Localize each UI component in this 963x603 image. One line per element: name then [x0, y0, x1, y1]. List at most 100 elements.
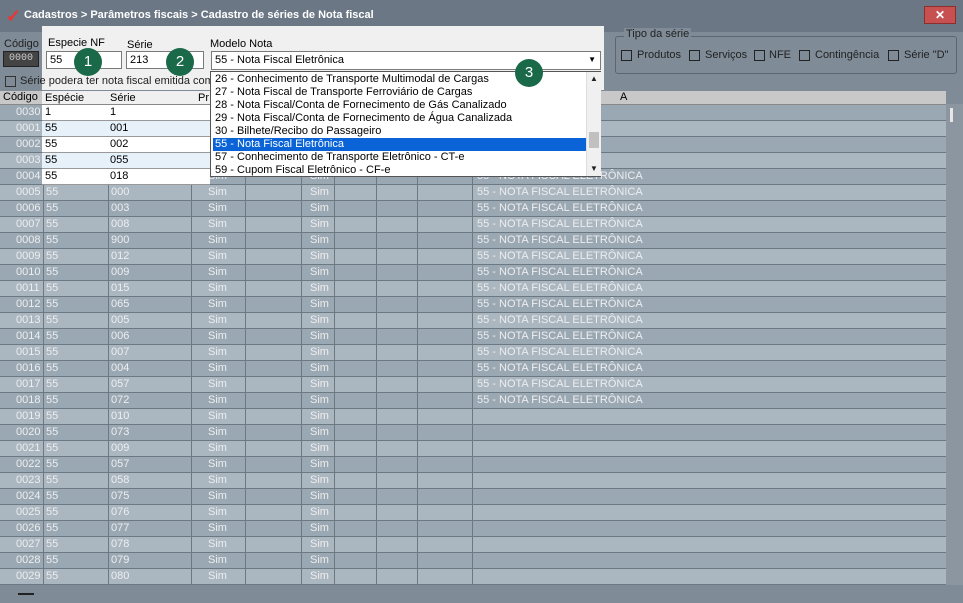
cell-codigo: 0008 [16, 234, 41, 246]
top-table-row[interactable]: 55 018 [42, 169, 210, 185]
dropdown-option[interactable]: 28 - Nota Fiscal/Conta de Fornecimento d… [213, 99, 587, 112]
cell-col1: Sim [208, 378, 227, 390]
cell-especie: 55 [45, 170, 58, 182]
cell-serie: 012 [111, 250, 130, 262]
top-table-row[interactable]: 55 002 [42, 137, 210, 153]
top-table-row[interactable]: 55 001 [42, 121, 210, 137]
cell-serie: 080 [111, 570, 130, 582]
cell-col1: Sim [208, 234, 227, 246]
cell-especie: 55 [46, 474, 59, 486]
codigo-field[interactable]: 0000 [3, 51, 39, 67]
table-row[interactable]: 0005 55 000 Sim Sim 55 - NOTA FISCAL ELETRÔNI… [0, 185, 946, 201]
top-table-row[interactable]: 55 055 [42, 153, 210, 169]
cell-serie: 076 [111, 506, 130, 518]
produtos-checkbox[interactable] [621, 50, 632, 61]
cell-col1: Sim [208, 346, 227, 358]
cell-col2: Sim [310, 202, 329, 214]
cell-col1: Sim [208, 394, 227, 406]
cell-col2: Sim [310, 442, 329, 454]
modelo-dropdown-list[interactable]: 26 - Conhecimento de Transporte Multimod… [210, 71, 601, 177]
contingencia-checkbox[interactable] [799, 50, 810, 61]
step-badge-1: 1 [74, 48, 102, 76]
dropdown-option[interactable]: 27 - Nota Fiscal de Transporte Ferroviár… [213, 86, 587, 99]
table-row[interactable]: 0020 55 073 Sim Sim [0, 425, 946, 441]
table-row[interactable]: 0013 55 005 Sim Sim 55 - NOTA FISCAL ELETRÔNI… [0, 313, 946, 329]
cell-col1: Sim [208, 554, 227, 566]
cell-col2: Sim [310, 506, 329, 518]
serie-d-checkbox[interactable] [888, 50, 899, 61]
grid-horizontal-scrollbar[interactable] [0, 585, 963, 603]
dropdown-option[interactable]: 57 - Conhecimento de Transporte Eletrôni… [213, 151, 587, 164]
dropdown-option[interactable]: 59 - Cupom Fiscal Eletrônico - CF-e [213, 164, 587, 177]
cell-codigo: 0009 [16, 250, 41, 262]
cell-col1: Sim [208, 282, 227, 294]
dropdown-scrollbar[interactable]: ▲ ▼ [586, 72, 601, 176]
table-row[interactable]: 0018 55 072 Sim Sim 55 - NOTA FISCAL ELETRÔNI… [0, 393, 946, 409]
scroll-down-icon[interactable]: ▼ [587, 162, 601, 176]
table-row[interactable]: 0007 55 008 Sim Sim 55 - NOTA FISCAL ELETRÔNI… [0, 217, 946, 233]
table-row[interactable]: 0009 55 012 Sim Sim 55 - NOTA FISCAL ELETRÔNI… [0, 249, 946, 265]
cell-serie: 008 [111, 218, 130, 230]
table-row[interactable]: 0019 55 010 Sim Sim [0, 409, 946, 425]
cell-codigo: 0027 [16, 538, 41, 550]
table-row[interactable]: 0024 55 075 Sim Sim [0, 489, 946, 505]
cell-serie: 079 [111, 554, 130, 566]
table-row[interactable]: 0028 55 079 Sim Sim [0, 553, 946, 569]
table-row[interactable]: 0029 55 080 Sim Sim [0, 569, 946, 585]
cell-col1: Sim [208, 202, 227, 214]
dropdown-option[interactable]: 30 - Bilhete/Recibo do Passageiro [213, 125, 587, 138]
cell-codigo: 0005 [16, 186, 41, 198]
grid-scroll-thumb[interactable] [950, 108, 953, 122]
table-row[interactable]: 0016 55 004 Sim Sim 55 - NOTA FISCAL ELETRÔNI… [0, 361, 946, 377]
table-row[interactable]: 0008 55 900 Sim Sim 55 - NOTA FISCAL ELETRÔNI… [0, 233, 946, 249]
cell-col2: Sim [310, 362, 329, 374]
cell-especie: 55 [46, 442, 59, 454]
table-row[interactable]: 0022 55 057 Sim Sim [0, 457, 946, 473]
servicos-checkbox[interactable] [689, 50, 700, 61]
cell-col1: Sim [208, 474, 227, 486]
cell-desc: 55 - NOTA FISCAL ELETRÔNICA [477, 234, 643, 246]
top-table-row[interactable]: 11 [42, 105, 210, 121]
table-row[interactable]: 0027 55 078 Sim Sim [0, 537, 946, 553]
dropdown-option[interactable]: 29 - Nota Fiscal/Conta de Fornecimento d… [213, 112, 587, 125]
cell-codigo: 0012 [16, 298, 41, 310]
modelo-select[interactable]: 55 - Nota Fiscal Eletrônica ▼ [211, 51, 601, 70]
serie-emitida-checkbox[interactable] [5, 76, 16, 87]
grid-hscroll-thumb[interactable] [18, 593, 34, 595]
codigo-label: Código [4, 38, 39, 50]
close-button[interactable]: ✕ [924, 6, 956, 24]
cell-serie: 009 [111, 442, 130, 454]
table-row[interactable]: 0014 55 006 Sim Sim 55 - NOTA FISCAL ELETRÔNI… [0, 329, 946, 345]
table-row[interactable]: 0023 55 058 Sim Sim [0, 473, 946, 489]
top-table-header-serie: Série [110, 92, 136, 104]
table-row[interactable]: 0011 55 015 Sim Sim 55 - NOTA FISCAL ELETRÔNI… [0, 281, 946, 297]
cell-codigo: 0015 [16, 346, 41, 358]
cell-col2: Sim [310, 266, 329, 278]
table-row[interactable]: 0017 55 057 Sim Sim 55 - NOTA FISCAL ELETRÔNI… [0, 377, 946, 393]
table-row[interactable]: 0021 55 009 Sim Sim [0, 441, 946, 457]
table-row[interactable]: 0012 55 065 Sim Sim 55 - NOTA FISCAL ELETRÔNI… [0, 297, 946, 313]
cell-col2: Sim [310, 410, 329, 422]
cell-col2: Sim [310, 298, 329, 310]
table-row[interactable]: 0025 55 076 Sim Sim [0, 505, 946, 521]
dropdown-scroll-thumb[interactable] [589, 132, 599, 148]
dropdown-option[interactable]: 55 - Nota Fiscal Eletrônica [213, 138, 587, 151]
cell-col2: Sim [310, 554, 329, 566]
grid-header-codigo: Código [3, 91, 38, 103]
grid-vertical-scrollbar[interactable] [946, 104, 963, 585]
cell-col2: Sim [310, 330, 329, 342]
table-row[interactable]: 0006 55 003 Sim Sim 55 - NOTA FISCAL ELETRÔNI… [0, 201, 946, 217]
cell-serie: 007 [111, 346, 130, 358]
chevron-down-icon[interactable]: ▼ [588, 52, 596, 68]
table-row[interactable]: 0015 55 007 Sim Sim 55 - NOTA FISCAL ELETRÔNI… [0, 345, 946, 361]
cell-especie: 55 [46, 426, 59, 438]
table-row[interactable]: 0010 55 009 Sim Sim 55 - NOTA FISCAL ELETRÔNI… [0, 265, 946, 281]
cell-col2: Sim [310, 490, 329, 502]
cell-col2: Sim [310, 378, 329, 390]
cell-serie: 078 [111, 538, 130, 550]
scroll-up-icon[interactable]: ▲ [587, 72, 601, 86]
table-row[interactable]: 0026 55 077 Sim Sim [0, 521, 946, 537]
nfe-checkbox[interactable] [754, 50, 765, 61]
cell-col1: Sim [208, 410, 227, 422]
cell-desc: 55 - NOTA FISCAL ELETRÔNICA [477, 362, 643, 374]
